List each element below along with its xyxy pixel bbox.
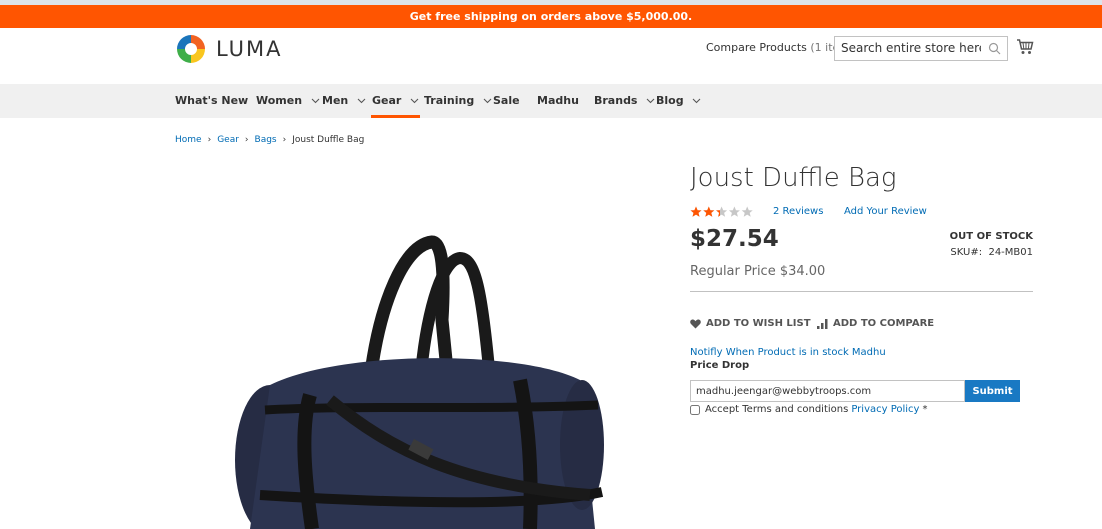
nav-item-brands[interactable]: Brands: [594, 84, 655, 118]
add-to-compare-button[interactable]: ADD TO COMPARE: [817, 318, 934, 329]
nav-label: Sale: [493, 94, 520, 107]
nav-item-gear[interactable]: Gear: [370, 84, 421, 118]
breadcrumb-separator-icon: ›: [282, 135, 287, 145]
breadcrumb-separator-icon: ›: [207, 135, 212, 145]
sku: SKU#: 24-MB01: [950, 247, 1033, 258]
breadcrumb: Home › Gear › Bags › Joust Duffle Bag: [175, 135, 364, 145]
nav-item-blog[interactable]: Blog: [656, 84, 701, 118]
privacy-policy-link[interactable]: Privacy Policy: [851, 404, 919, 415]
chevron-down-icon: [693, 98, 701, 104]
submit-button[interactable]: Submit: [965, 380, 1020, 402]
stock-status: OUT OF STOCK: [949, 231, 1033, 242]
wishlist-label: ADD TO WISH LIST: [706, 318, 811, 329]
logo-text: LUMA: [216, 37, 283, 61]
chevron-down-icon: [311, 98, 320, 104]
promo-banner: Get free shipping on orders above $5,000…: [0, 5, 1102, 28]
reviews-link[interactable]: 2 Reviews: [773, 206, 823, 217]
search-input[interactable]: [835, 37, 987, 59]
cart-icon[interactable]: [1016, 38, 1034, 55]
divider: [690, 291, 1033, 292]
breadcrumb-gear[interactable]: Gear: [217, 135, 239, 145]
sku-label: SKU#:: [950, 247, 983, 258]
chevron-down-icon: [410, 98, 419, 104]
star-icon: [690, 206, 753, 217]
product-title: Joust Duffle Bag: [690, 163, 897, 193]
price-drop-label: Price Drop: [690, 360, 750, 371]
nav-label: What's New: [175, 94, 249, 107]
compare-products-link[interactable]: Compare Products (1 item): [706, 40, 854, 56]
terms-row: Accept Terms and conditions Privacy Poli…: [690, 404, 927, 415]
regular-price: Regular Price $34.00: [690, 264, 826, 279]
product-price: $27.54: [690, 226, 779, 252]
luma-logo[interactable]: LUMA: [175, 33, 283, 65]
heart-icon: [690, 319, 701, 328]
terms-checkbox[interactable]: [690, 404, 700, 415]
promo-text: Get free shipping on orders above $5,000…: [409, 10, 693, 23]
nav-label: Blog: [656, 94, 684, 107]
bar-chart-icon: [817, 318, 828, 329]
compare-label: ADD TO COMPARE: [833, 318, 935, 329]
product-image[interactable]: [220, 230, 620, 529]
required-mark: *: [922, 404, 928, 415]
breadcrumb-current: Joust Duffle Bag: [292, 135, 365, 145]
sku-value: 24-MB01: [988, 247, 1033, 258]
add-to-wishlist-button[interactable]: ADD TO WISH LIST: [690, 318, 811, 329]
compare-products-label: Compare Products: [706, 41, 807, 54]
chevron-down-icon: [646, 98, 655, 104]
main-navigation: What's New Women Men Gear Training Sale …: [0, 84, 1102, 118]
add-review-link[interactable]: Add Your Review: [844, 206, 927, 217]
nav-label: Madhu: [537, 94, 579, 107]
breadcrumb-bags[interactable]: Bags: [255, 135, 277, 145]
nav-item-women[interactable]: Women: [256, 84, 320, 118]
nav-label: Gear: [372, 94, 402, 107]
nav-item-training[interactable]: Training: [424, 84, 492, 118]
nav-label: Brands: [594, 94, 638, 107]
chevron-down-icon: [483, 98, 492, 104]
nav-item-men[interactable]: Men: [322, 84, 366, 118]
search-box: [834, 36, 1008, 61]
email-field[interactable]: [690, 380, 965, 402]
chevron-down-icon: [357, 98, 366, 104]
search-icon[interactable]: [988, 42, 1001, 55]
rating-stars[interactable]: [690, 206, 754, 218]
nav-label: Women: [256, 94, 303, 107]
notify-stock-link[interactable]: Notifly When Product is in stock Madhu: [690, 347, 886, 358]
nav-label: Training: [424, 94, 475, 107]
nav-item-sale[interactable]: Sale: [493, 84, 520, 118]
luma-logo-icon: [177, 35, 205, 63]
nav-item-madhu[interactable]: Madhu: [537, 84, 579, 118]
nav-label: Men: [322, 94, 349, 107]
breadcrumb-separator-icon: ›: [244, 135, 249, 145]
terms-label: Accept Terms and conditions: [705, 404, 849, 415]
nav-item-whats-new[interactable]: What's New: [175, 84, 248, 118]
breadcrumb-home[interactable]: Home: [175, 135, 202, 145]
